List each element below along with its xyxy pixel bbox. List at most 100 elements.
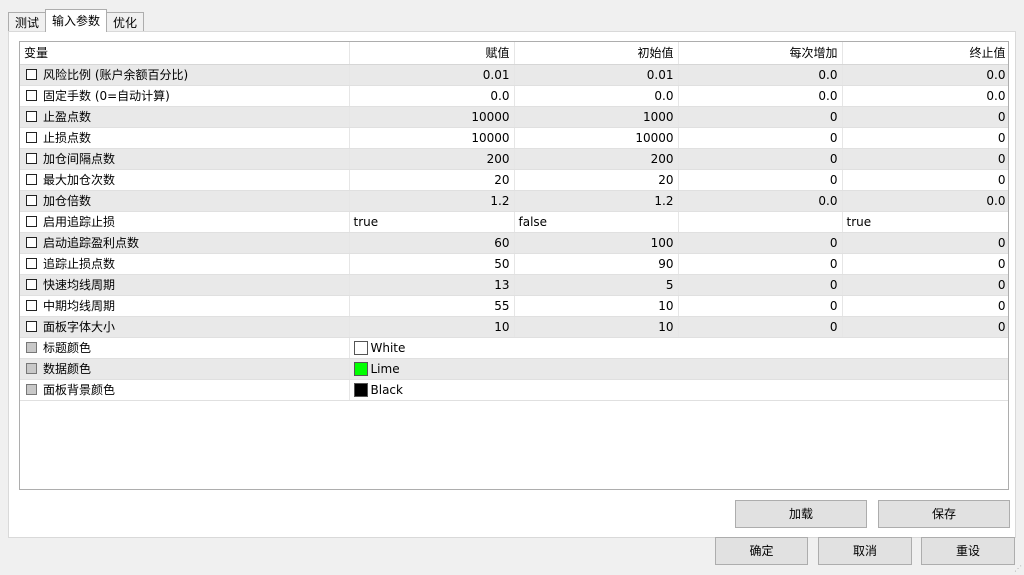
stop-cell[interactable]: 0 [842, 106, 1008, 128]
stop-cell[interactable]: 0.0 [842, 85, 1008, 107]
table-row[interactable]: 启用追踪止损 true false true [20, 211, 1008, 233]
column-header-variable[interactable]: 变量 [20, 42, 350, 65]
stop-cell[interactable]: 0.0 [842, 190, 1008, 212]
value-cell[interactable]: 10000 [349, 127, 515, 149]
step-cell[interactable]: 0 [678, 316, 843, 338]
table-row[interactable]: 面板字体大小 10 10 0 0 [20, 316, 1008, 338]
optimize-checkbox[interactable] [26, 258, 37, 269]
step-cell[interactable]: 0.0 [678, 190, 843, 212]
start-cell[interactable]: 1000 [514, 106, 679, 128]
start-cell[interactable]: 100 [514, 232, 679, 254]
start-cell[interactable]: 20 [514, 169, 679, 191]
step-cell[interactable]: 0 [678, 106, 843, 128]
value-cell[interactable]: 13 [349, 274, 515, 296]
stop-cell[interactable]: 0 [842, 232, 1008, 254]
optimize-checkbox[interactable] [26, 195, 37, 206]
value-cell[interactable]: 1.2 [349, 190, 515, 212]
optimize-checkbox[interactable] [26, 90, 37, 101]
value-cell[interactable]: 0.0 [349, 85, 515, 107]
tab-optimization[interactable]: 优化 [106, 12, 145, 32]
stop-cell[interactable]: 0 [842, 253, 1008, 275]
table-row[interactable]: 风险比例 (账户余额百分比) 0.01 0.01 0.0 0.0 [20, 64, 1008, 86]
value-cell[interactable]: 50 [349, 253, 515, 275]
optimize-checkbox[interactable] [26, 69, 37, 80]
step-cell[interactable]: 0 [678, 232, 843, 254]
table-row[interactable]: 止损点数 10000 10000 0 0 [20, 127, 1008, 149]
table-row[interactable]: 启动追踪盈利点数 60 100 0 0 [20, 232, 1008, 254]
save-button[interactable]: 保存 [878, 500, 1010, 528]
table-row[interactable]: 追踪止损点数 50 90 0 0 [20, 253, 1008, 275]
column-header-start[interactable]: 初始值 [514, 42, 679, 65]
stop-cell[interactable]: 0 [842, 274, 1008, 296]
value-cell[interactable]: Black [349, 379, 1008, 401]
optimize-checkbox[interactable] [26, 153, 37, 164]
load-button[interactable]: 加载 [735, 500, 867, 528]
ok-button[interactable]: 确定 [715, 537, 808, 565]
optimize-checkbox[interactable] [26, 237, 37, 248]
step-cell[interactable]: 0 [678, 274, 843, 296]
stop-cell[interactable]: 0 [842, 127, 1008, 149]
optimize-checkbox[interactable] [26, 111, 37, 122]
optimize-checkbox[interactable] [26, 216, 37, 227]
column-header-stop[interactable]: 终止值 [842, 42, 1008, 65]
table-row[interactable]: 标题颜色 White [20, 337, 1008, 359]
column-header-step[interactable]: 每次增加 [678, 42, 843, 65]
step-cell[interactable]: 0 [678, 127, 843, 149]
color-swatch[interactable] [353, 361, 368, 376]
table-row[interactable]: 数据颜色 Lime [20, 358, 1008, 380]
step-cell[interactable]: 0.0 [678, 85, 843, 107]
optimize-checkbox[interactable] [26, 300, 37, 311]
optimize-checkbox[interactable] [26, 174, 37, 185]
table-row[interactable]: 中期均线周期 55 10 0 0 [20, 295, 1008, 317]
column-header-value[interactable]: 赋值 [349, 42, 515, 65]
step-cell[interactable]: 0 [678, 295, 843, 317]
cancel-button[interactable]: 取消 [818, 537, 912, 565]
value-cell[interactable]: 60 [349, 232, 515, 254]
resize-grip-icon[interactable]: ⋰ [1014, 565, 1022, 573]
start-cell[interactable]: 0.0 [514, 85, 679, 107]
step-cell[interactable]: 0 [678, 253, 843, 275]
color-swatch[interactable] [353, 340, 368, 355]
start-cell[interactable]: 10000 [514, 127, 679, 149]
start-cell[interactable]: 200 [514, 148, 679, 170]
value-cell[interactable]: 200 [349, 148, 515, 170]
value-cell[interactable]: 0.01 [349, 64, 515, 86]
value-cell[interactable]: 10 [349, 316, 515, 338]
start-cell[interactable]: 90 [514, 253, 679, 275]
start-cell[interactable]: 5 [514, 274, 679, 296]
table-row[interactable]: 固定手数 (0=自动计算) 0.0 0.0 0.0 0.0 [20, 85, 1008, 107]
value-cell[interactable]: true [349, 211, 515, 233]
value-cell[interactable]: 10000 [349, 106, 515, 128]
table-row[interactable]: 止盈点数 10000 1000 0 0 [20, 106, 1008, 128]
value-cell[interactable]: White [349, 337, 1008, 359]
value-cell[interactable]: Lime [349, 358, 1008, 380]
start-cell[interactable]: 10 [514, 295, 679, 317]
table-row[interactable]: 最大加仓次数 20 20 0 0 [20, 169, 1008, 191]
start-cell[interactable]: 0.01 [514, 64, 679, 86]
optimize-checkbox[interactable] [26, 321, 37, 332]
stop-cell[interactable]: 0 [842, 169, 1008, 191]
reset-button[interactable]: 重设 [921, 537, 1015, 565]
stop-cell[interactable]: 0.0 [842, 64, 1008, 86]
table-row[interactable]: 加仓倍数 1.2 1.2 0.0 0.0 [20, 190, 1008, 212]
color-swatch[interactable] [353, 382, 368, 397]
table-row[interactable]: 面板背景颜色 Black [20, 379, 1008, 401]
table-row[interactable]: 快速均线周期 13 5 0 0 [20, 274, 1008, 296]
optimize-checkbox[interactable] [26, 132, 37, 143]
start-cell[interactable]: false [514, 211, 679, 233]
value-cell[interactable]: 55 [349, 295, 515, 317]
step-cell[interactable]: 0.0 [678, 64, 843, 86]
tab-test[interactable]: 测试 [8, 12, 47, 32]
step-cell[interactable] [678, 211, 843, 233]
step-cell[interactable]: 0 [678, 169, 843, 191]
optimize-checkbox[interactable] [26, 279, 37, 290]
stop-cell[interactable]: 0 [842, 148, 1008, 170]
step-cell[interactable]: 0 [678, 148, 843, 170]
start-cell[interactable]: 10 [514, 316, 679, 338]
tab-inputs[interactable]: 输入参数 [45, 9, 108, 32]
stop-cell[interactable]: 0 [842, 295, 1008, 317]
stop-cell[interactable]: true [842, 211, 1008, 233]
table-row[interactable]: 加仓间隔点数 200 200 0 0 [20, 148, 1008, 170]
start-cell[interactable]: 1.2 [514, 190, 679, 212]
value-cell[interactable]: 20 [349, 169, 515, 191]
